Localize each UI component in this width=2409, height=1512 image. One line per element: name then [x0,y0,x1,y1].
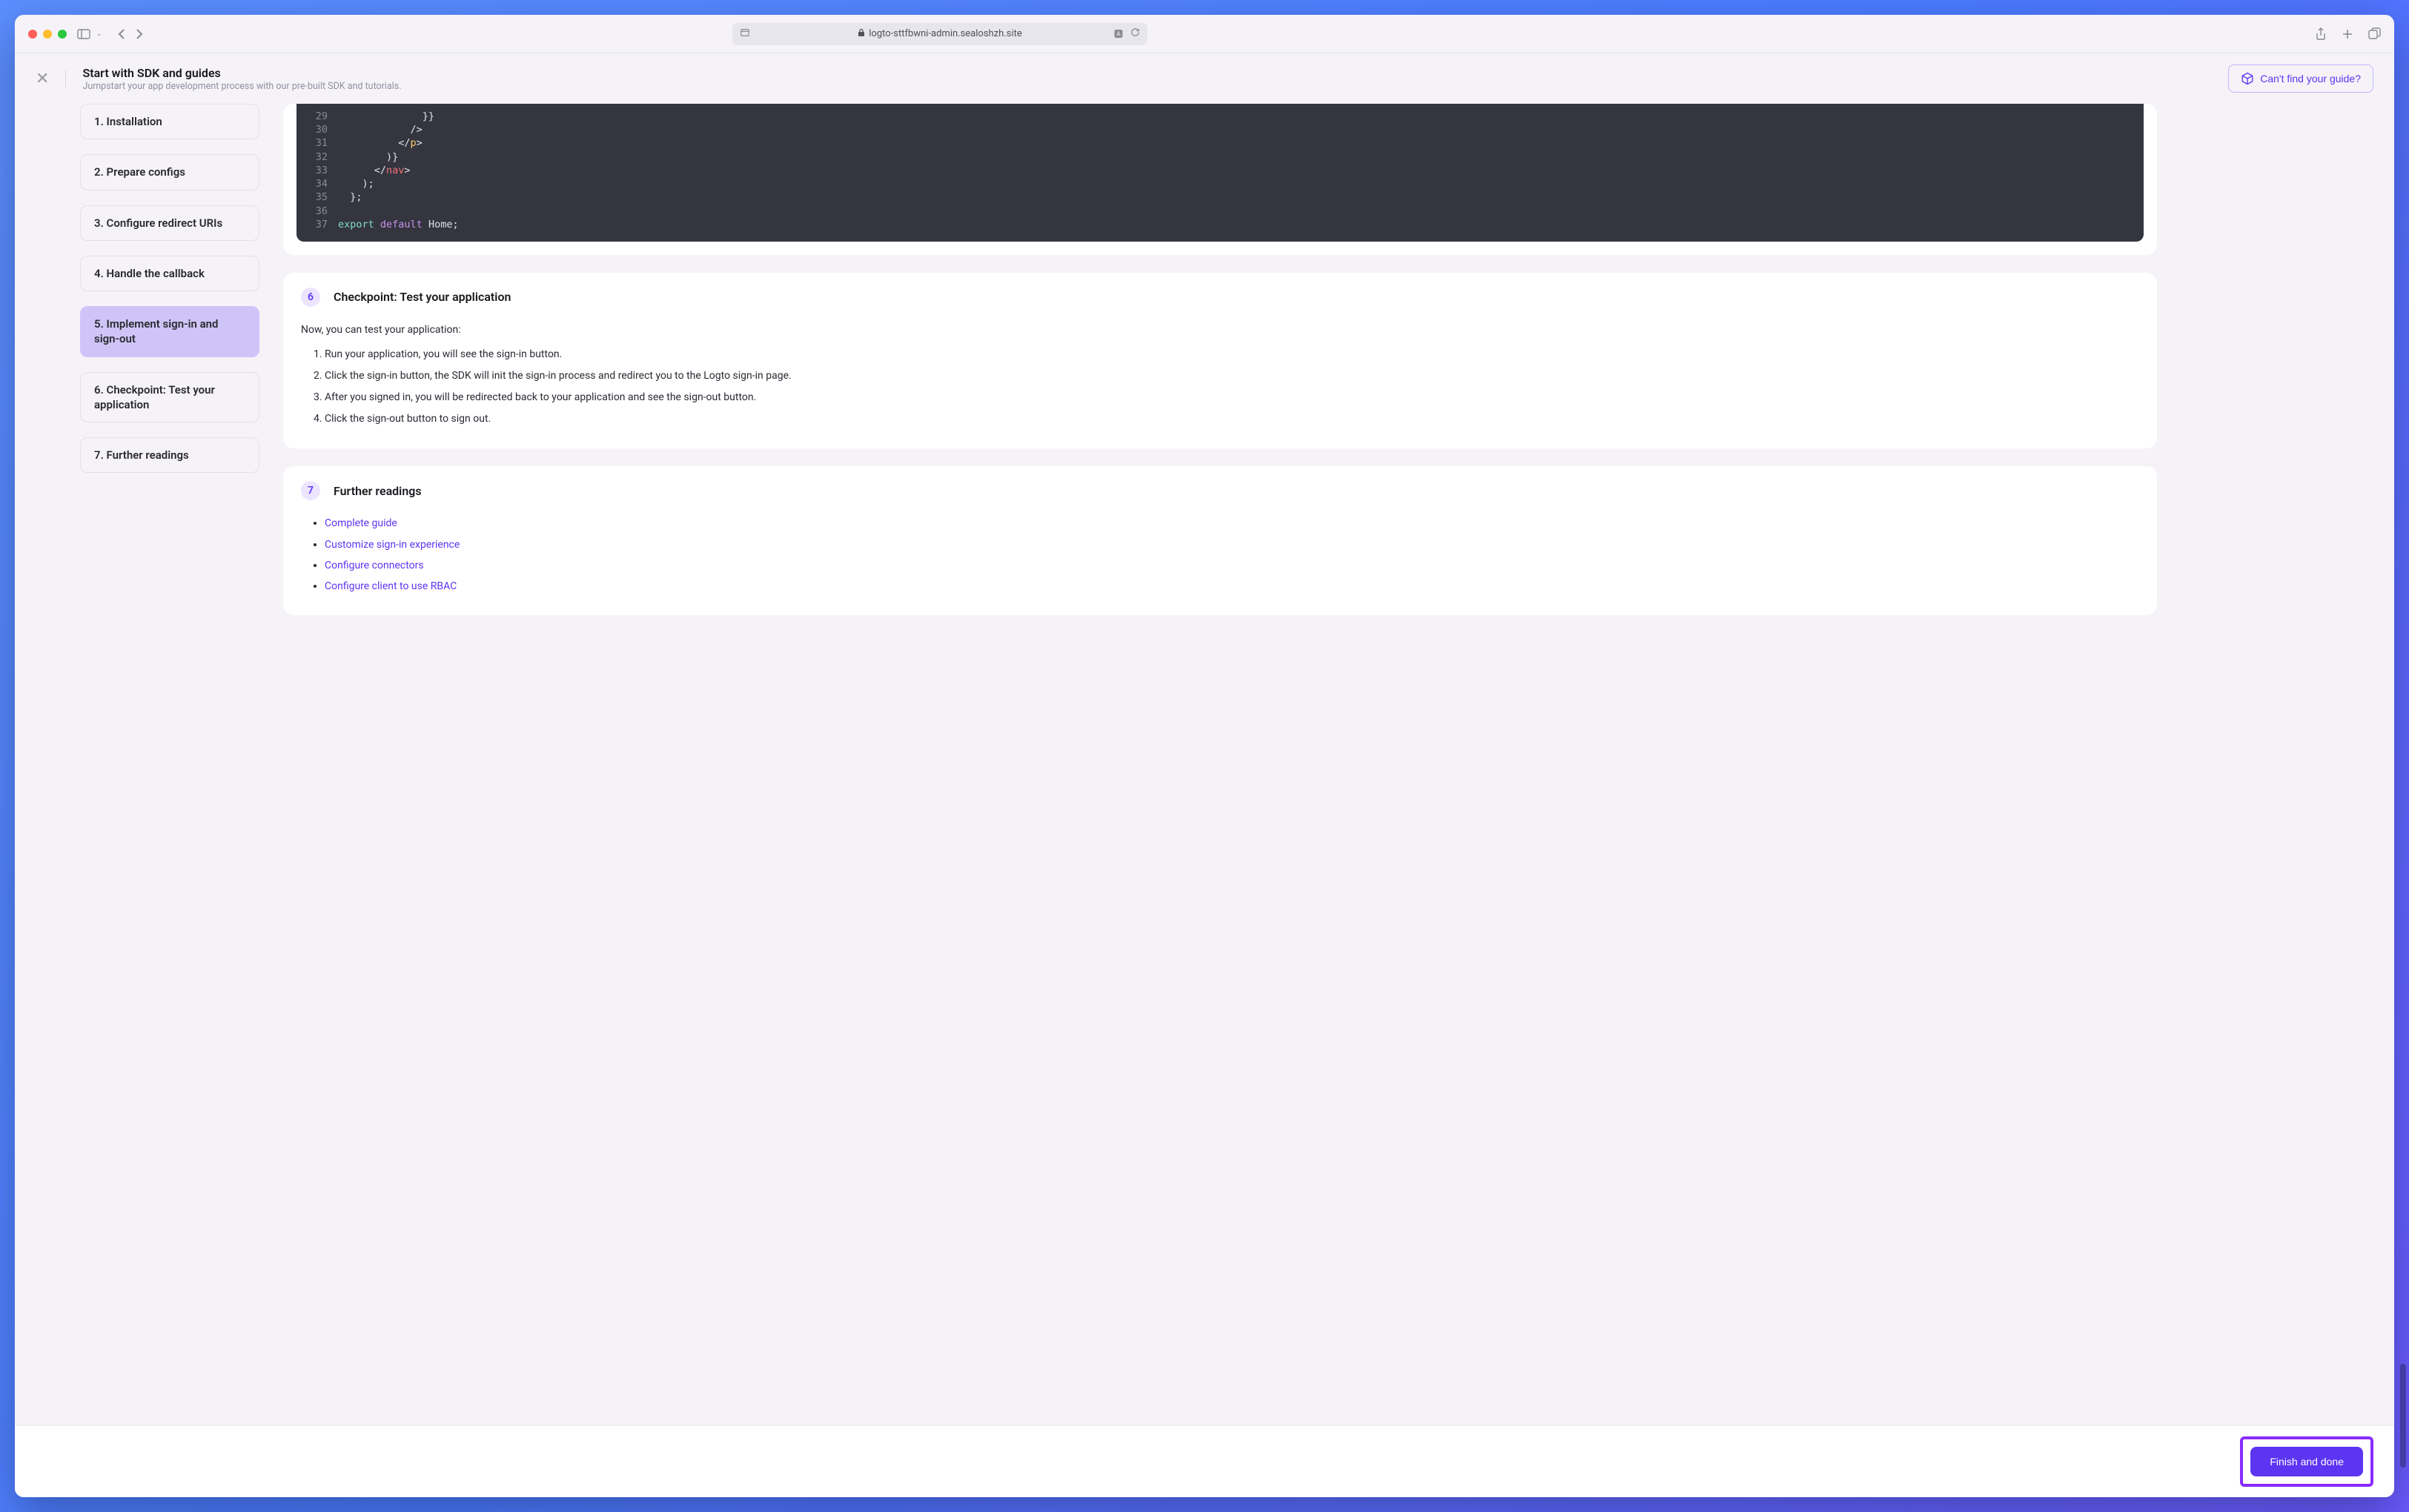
further-reading-link[interactable]: Customize sign-in experience [325,539,460,551]
nav-item-5[interactable]: 5. Implement sign-in and sign-out [80,306,259,357]
divider [65,70,66,87]
code-line: 32 )} [296,150,2144,164]
list-item: Configure client to use RBAC [325,578,2139,595]
code-line: 30 /> [296,123,2144,136]
footer-bar: Finish and done [15,1425,2394,1497]
browser-toolbar: ⌄ logto-sttfbwni-admin.sealoshzh.site 🅰 [15,15,2394,53]
close-guide-button[interactable]: ✕ [36,70,49,88]
instruction-item: After you signed in, you will be redirec… [325,389,2139,406]
nav-item-4[interactable]: 4. Handle the callback [80,256,259,291]
tabs-icon[interactable] [2368,27,2381,41]
step-6-list: Run your application, you will see the s… [301,346,2139,428]
cant-find-guide-label: Can't find your guide? [2260,73,2361,84]
translate-icon[interactable]: 🅰 [1114,27,1123,40]
step-7-links: Complete guide Customize sign-in experien… [301,515,2139,594]
code-line: 35 }; [296,190,2144,204]
app-header: ✕ Start with SDK and guides Jumpstart yo… [15,53,2394,104]
nav-item-7[interactable]: 7. Further readings [80,437,259,473]
tab-dropdown-icon[interactable]: ⌄ [96,30,102,38]
step-7-title: Further readings [334,484,422,498]
url-text: logto-sttfbwni-admin.sealoshzh.site [869,28,1022,39]
sidebar-toggle-icon[interactable] [77,29,90,39]
code-line: 33 </nav> [296,164,2144,177]
address-bar[interactable]: logto-sttfbwni-admin.sealoshzh.site 🅰 [732,23,1147,45]
step-7-card: 7 Further readings Complete guide Customi… [283,466,2157,614]
box-icon [2241,72,2254,85]
instruction-item: Click the sign-in button, the SDK will i… [325,368,2139,385]
nav-item-2[interactable]: 2. Prepare configs [80,154,259,190]
close-window-button[interactable] [28,30,37,39]
step-6-title: Checkpoint: Test your application [334,290,511,304]
finish-highlight: Finish and done [2240,1436,2373,1487]
cant-find-guide-button[interactable]: Can't find your guide? [2228,64,2373,93]
finish-and-done-button[interactable]: Finish and done [2250,1447,2363,1476]
forward-button[interactable] [135,28,144,40]
code-line: 34 ); [296,177,2144,190]
step-badge-6: 6 [301,288,320,307]
list-item: Complete guide [325,515,2139,532]
website-settings-icon[interactable] [740,27,750,41]
further-reading-link[interactable]: Configure client to use RBAC [325,580,457,592]
list-item: Configure connectors [325,557,2139,574]
main-content: 29 }}30 />31 </p>32 )}33 </nav>34 );35 }… [277,104,2394,1425]
further-reading-link[interactable]: Complete guide [325,517,397,529]
code-line: 36 [296,205,2144,218]
step-6-intro: Now, you can test your application: [301,322,2139,339]
maximize-window-button[interactable] [58,30,67,39]
step-badge-7: 7 [301,481,320,500]
code-line: 31 </p> [296,136,2144,150]
back-button[interactable] [117,28,126,40]
further-reading-link[interactable]: Configure connectors [325,560,424,571]
new-tab-icon[interactable] [2342,27,2353,41]
reload-icon[interactable] [1130,27,1140,40]
guide-nav: 1. Installation 2. Prepare configs 3. Conf… [62,104,277,1425]
minimize-window-button[interactable] [43,30,52,39]
nav-item-3[interactable]: 3. Configure redirect URIs [80,205,259,241]
page-subtitle: Jumpstart your app development process w… [82,81,2212,92]
code-line: 37export default Home; [296,218,2144,231]
code-line: 29 }} [296,110,2144,123]
share-icon[interactable] [2315,27,2327,41]
instruction-item: Click the sign-out button to sign out. [325,411,2139,428]
code-block: 29 }}30 />31 </p>32 )}33 </nav>34 );35 }… [296,104,2144,242]
lock-icon [858,28,865,40]
nav-item-6[interactable]: 6. Checkpoint: Test your application [80,372,259,423]
instruction-item: Run your application, you will see the s… [325,346,2139,363]
step-6-card: 6 Checkpoint: Test your application Now,… [283,273,2157,448]
list-item: Customize sign-in experience [325,537,2139,554]
page-title: Start with SDK and guides [82,66,2212,80]
traffic-lights [28,30,67,39]
nav-item-1[interactable]: 1. Installation [80,104,259,139]
code-card: 29 }}30 />31 </p>32 )}33 </nav>34 );35 }… [283,104,2157,255]
